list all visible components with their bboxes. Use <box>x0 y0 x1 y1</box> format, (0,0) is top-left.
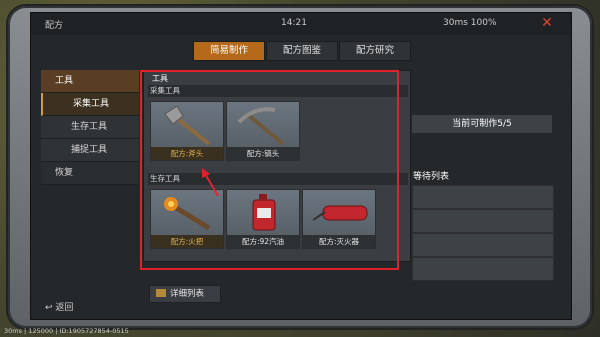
clock: 14:21 <box>281 18 307 28</box>
bottom-status: 30ms | 125000 | ID:1905727854-0515 <box>4 327 129 335</box>
queue-slot[interactable] <box>412 257 554 281</box>
queue-slot[interactable] <box>412 185 554 209</box>
sidebar-item-gathering[interactable]: 采集工具 <box>41 93 139 116</box>
sidebar-item-survival[interactable]: 生存工具 <box>41 116 139 139</box>
queue-slot[interactable] <box>412 209 554 233</box>
sidebar-section-restore[interactable]: 恢复 <box>41 162 139 185</box>
sidebar: 工具 采集工具 生存工具 捕捉工具 恢复 <box>41 70 139 185</box>
sidebar-item-capture[interactable]: 捕捉工具 <box>41 139 139 162</box>
detail-list-button[interactable]: 详细列表 <box>149 285 221 303</box>
close-icon[interactable]: ✕ <box>539 15 555 31</box>
sidebar-section-tools[interactable]: 工具 <box>41 70 139 93</box>
network-status: 30ms 100% <box>443 18 497 28</box>
back-label: 返回 <box>55 303 74 313</box>
window-title: 配方 <box>45 21 64 31</box>
annotation-arrow-icon <box>202 168 219 197</box>
tab-bar: 简易制作 配方图鉴 配方研究 <box>193 41 412 61</box>
tab-simple-craft[interactable]: 简易制作 <box>193 41 265 61</box>
tab-recipe-research[interactable]: 配方研究 <box>339 41 411 61</box>
status-bar: 配方 14:21 30ms 100% ✕ <box>31 13 571 35</box>
queue-title: 等待列表 <box>413 172 450 182</box>
back-button[interactable]: ↩ 返回 <box>45 300 73 313</box>
highlight-box <box>140 70 399 270</box>
detail-list-label: 详细列表 <box>170 289 205 299</box>
craft-count: 当前可制作5/5 <box>412 115 552 133</box>
queue-slot[interactable] <box>412 233 554 257</box>
list-icon <box>156 289 166 297</box>
tab-recipe-book[interactable]: 配方图鉴 <box>266 41 338 61</box>
